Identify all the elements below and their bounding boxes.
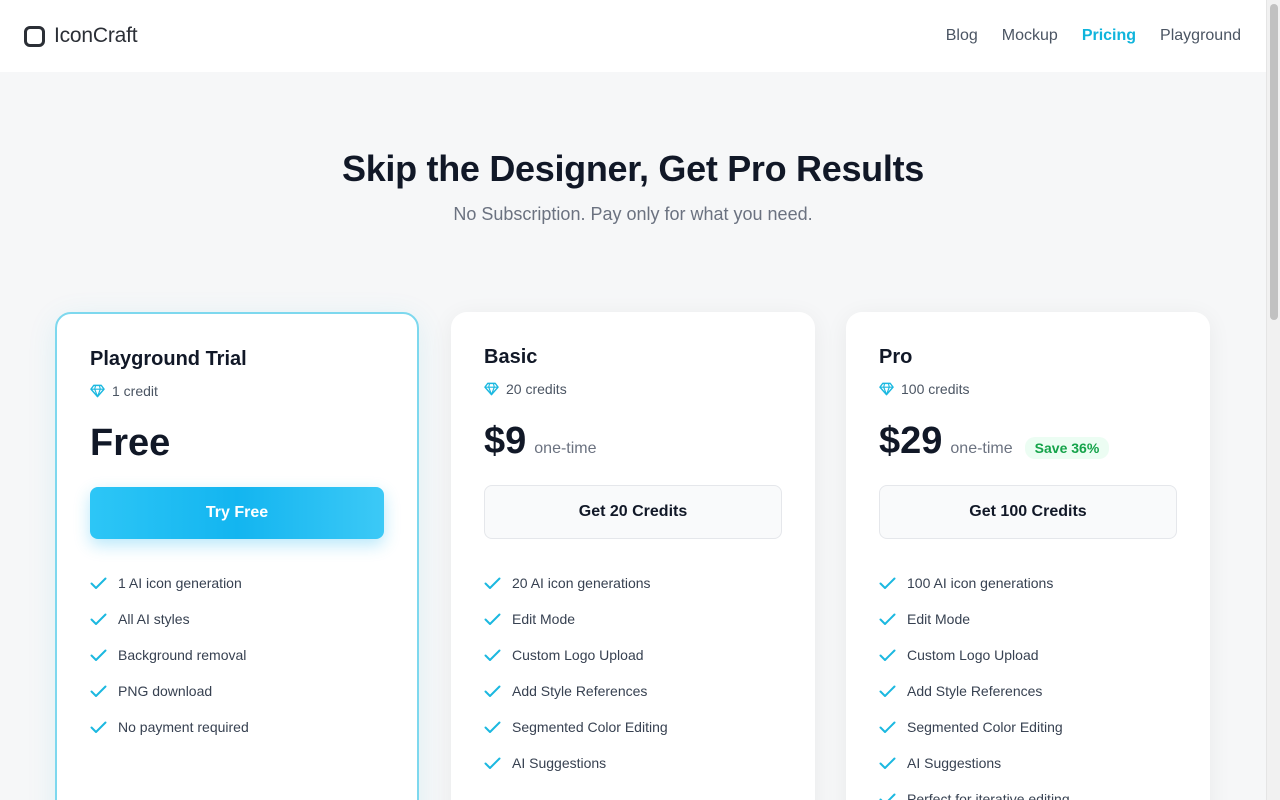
feature-label: Segmented Color Editing (907, 719, 1063, 735)
feature-item: Perfect for iterative editing (879, 781, 1177, 800)
check-icon (484, 721, 501, 733)
check-icon (484, 649, 501, 661)
feature-label: Edit Mode (512, 611, 576, 627)
plan-feature-list: 1 AI icon generation All AI styles Backg… (90, 565, 384, 745)
page-subtitle: No Subscription. Pay only for what you n… (453, 204, 813, 224)
feature-item: All AI styles (90, 601, 384, 637)
plan-price: $9 (484, 420, 527, 462)
feature-item: PNG download (90, 673, 384, 709)
plan-credits-label: 1 credit (112, 383, 158, 399)
diamond-icon (484, 382, 499, 396)
check-icon (484, 685, 501, 697)
logo-icon (24, 25, 45, 47)
feature-label: AI Suggestions (907, 755, 1002, 771)
feature-label: Custom Logo Upload (512, 647, 644, 663)
plan-feature-list: 20 AI icon generations Edit Mode Custom … (484, 565, 782, 781)
plan-credits: 100 credits (879, 381, 1177, 397)
brand-name: IconCraft (54, 24, 138, 47)
check-icon (879, 649, 896, 661)
feature-item: AI Suggestions (484, 745, 782, 781)
plan-price-row: $9 one-time (484, 419, 782, 463)
try-free-button[interactable]: Try Free (90, 487, 384, 539)
check-icon (879, 757, 896, 769)
plan-card-playground-trial: Playground Trial 1 credit Free Try Free … (55, 312, 419, 800)
feature-label: No payment required (118, 719, 249, 735)
pricing-hero: Skip the Designer, Get Pro Results No Su… (0, 148, 1266, 225)
plan-name: Pro (879, 346, 913, 368)
plan-feature-list: 100 AI icon generations Edit Mode Custom… (879, 565, 1177, 800)
site-header: IconCraft Blog Mockup Pricing Playground (0, 0, 1266, 72)
feature-item: Custom Logo Upload (879, 637, 1177, 673)
feature-item: Edit Mode (484, 601, 782, 637)
brand-logo[interactable]: IconCraft (24, 24, 138, 48)
plan-price: Free (90, 422, 171, 464)
feature-label: Edit Mode (907, 611, 971, 627)
feature-item: 1 AI icon generation (90, 565, 384, 601)
check-icon (484, 577, 501, 589)
nav-link-pricing[interactable]: Pricing (1082, 27, 1136, 45)
page-scrollbar[interactable] (1266, 0, 1280, 800)
save-badge: Save 36% (1024, 437, 1110, 459)
feature-label: Segmented Color Editing (512, 719, 668, 735)
feature-label: PNG download (118, 683, 213, 699)
check-icon (879, 793, 896, 800)
diamond-icon (90, 384, 105, 398)
check-icon (879, 577, 896, 589)
feature-item: Add Style References (879, 673, 1177, 709)
nav-link-playground[interactable]: Playground (1160, 27, 1241, 45)
check-icon (879, 613, 896, 625)
plan-card-basic: Basic 20 credits $9 one-time Get 20 Cred… (451, 312, 815, 800)
plan-period: one-time (534, 440, 597, 457)
check-icon (90, 721, 107, 733)
check-icon (879, 685, 896, 697)
check-icon (90, 649, 107, 661)
plan-card-pro: Pro 100 credits $29 one-time Save 36% Ge… (846, 312, 1210, 800)
feature-item: Segmented Color Editing (879, 709, 1177, 745)
feature-item: 20 AI icon generations (484, 565, 782, 601)
feature-label: 20 AI icon generations (512, 575, 651, 591)
plan-credits: 20 credits (484, 381, 782, 397)
diamond-icon (879, 382, 894, 396)
feature-item: 100 AI icon generations (879, 565, 1177, 601)
feature-item: Background removal (90, 637, 384, 673)
plan-price: $29 (879, 420, 943, 462)
check-icon (484, 757, 501, 769)
feature-label: AI Suggestions (512, 755, 607, 771)
plan-credits: 1 credit (90, 383, 384, 399)
feature-item: AI Suggestions (879, 745, 1177, 781)
scrollbar-thumb[interactable] (1270, 4, 1278, 320)
nav-link-mockup[interactable]: Mockup (1002, 27, 1058, 45)
plan-price-row: $29 one-time Save 36% (879, 419, 1177, 463)
plan-period: one-time (950, 440, 1013, 457)
feature-label: Add Style References (907, 683, 1043, 699)
plan-price-row: Free (90, 421, 384, 465)
check-icon (879, 721, 896, 733)
feature-label: Add Style References (512, 683, 648, 699)
main-nav: Blog Mockup Pricing Playground (946, 27, 1241, 45)
check-icon (90, 613, 107, 625)
feature-label: Background removal (118, 647, 247, 663)
plan-name: Basic (484, 346, 538, 368)
page-title: Skip the Designer, Get Pro Results (342, 148, 924, 189)
nav-link-blog[interactable]: Blog (946, 27, 978, 45)
feature-item: Segmented Color Editing (484, 709, 782, 745)
feature-label: Custom Logo Upload (907, 647, 1039, 663)
plan-credits-label: 100 credits (901, 381, 970, 397)
feature-label: 1 AI icon generation (118, 575, 242, 591)
check-icon (90, 685, 107, 697)
feature-item: No payment required (90, 709, 384, 745)
plan-credits-label: 20 credits (506, 381, 567, 397)
feature-label: 100 AI icon generations (907, 575, 1054, 591)
check-icon (90, 577, 107, 589)
get-100-credits-button[interactable]: Get 100 Credits (879, 485, 1177, 539)
feature-item: Edit Mode (879, 601, 1177, 637)
check-icon (484, 613, 501, 625)
plan-name: Playground Trial (90, 348, 247, 370)
feature-label: Perfect for iterative editing (907, 791, 1070, 800)
feature-label: All AI styles (118, 611, 190, 627)
feature-item: Custom Logo Upload (484, 637, 782, 673)
get-20-credits-button[interactable]: Get 20 Credits (484, 485, 782, 539)
feature-item: Add Style References (484, 673, 782, 709)
